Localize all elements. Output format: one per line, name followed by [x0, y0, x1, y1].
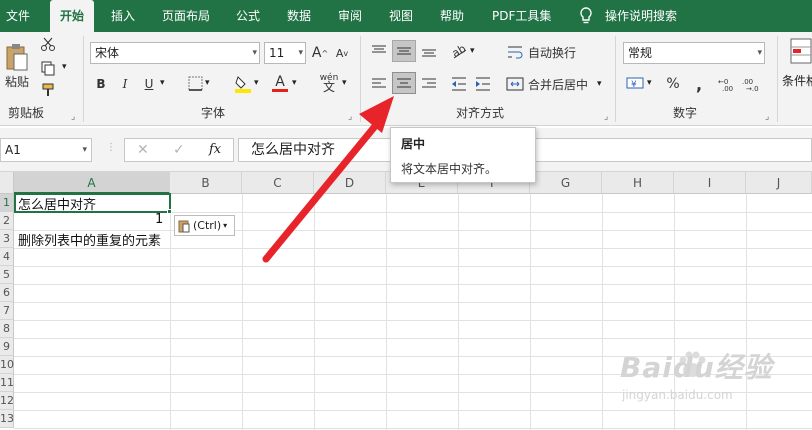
- red-arrow-annotation: [262, 96, 394, 263]
